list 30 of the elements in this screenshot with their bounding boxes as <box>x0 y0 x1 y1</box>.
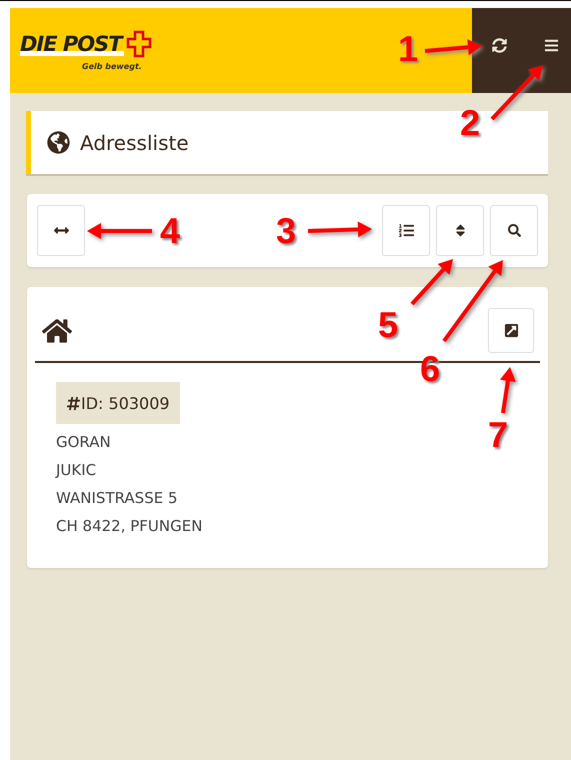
address-line: CH 8422, PFUNGEN <box>56 516 202 537</box>
address-line: WANISTRASSE 5 <box>56 488 178 509</box>
id-text: ID: 503009 <box>81 394 170 413</box>
arrow <box>424 39 482 56</box>
search-button[interactable] <box>490 205 538 256</box>
annotation-number: 4 <box>160 213 180 249</box>
arrow <box>308 221 372 238</box>
annotation-number: 7 <box>488 417 508 453</box>
refresh-icon[interactable] <box>490 36 509 55</box>
arrow <box>500 367 516 414</box>
annotation-number: 5 <box>378 307 398 343</box>
annotation-number: 3 <box>276 213 296 249</box>
logo-slogan: Gelb bewegt. <box>82 62 142 71</box>
address-line: GORAN <box>56 432 111 453</box>
search-icon <box>508 224 520 237</box>
globe-icon <box>47 131 70 154</box>
arrow <box>490 65 543 120</box>
page-title: Adressliste <box>80 130 189 154</box>
sort-button[interactable] <box>436 205 484 256</box>
arrow <box>87 223 152 239</box>
hash-icon <box>66 396 81 411</box>
external-link-button[interactable] <box>488 308 534 353</box>
cross-icon <box>126 30 152 58</box>
annotation-number: 2 <box>460 105 480 141</box>
external-link-icon <box>504 323 518 338</box>
numbered-list-icon <box>398 223 414 238</box>
address-line: JUKIC <box>56 460 96 481</box>
logo-text: DIE POST <box>20 32 124 56</box>
annotation-number: 1 <box>398 31 418 67</box>
numbered-list-button[interactable] <box>382 205 430 256</box>
